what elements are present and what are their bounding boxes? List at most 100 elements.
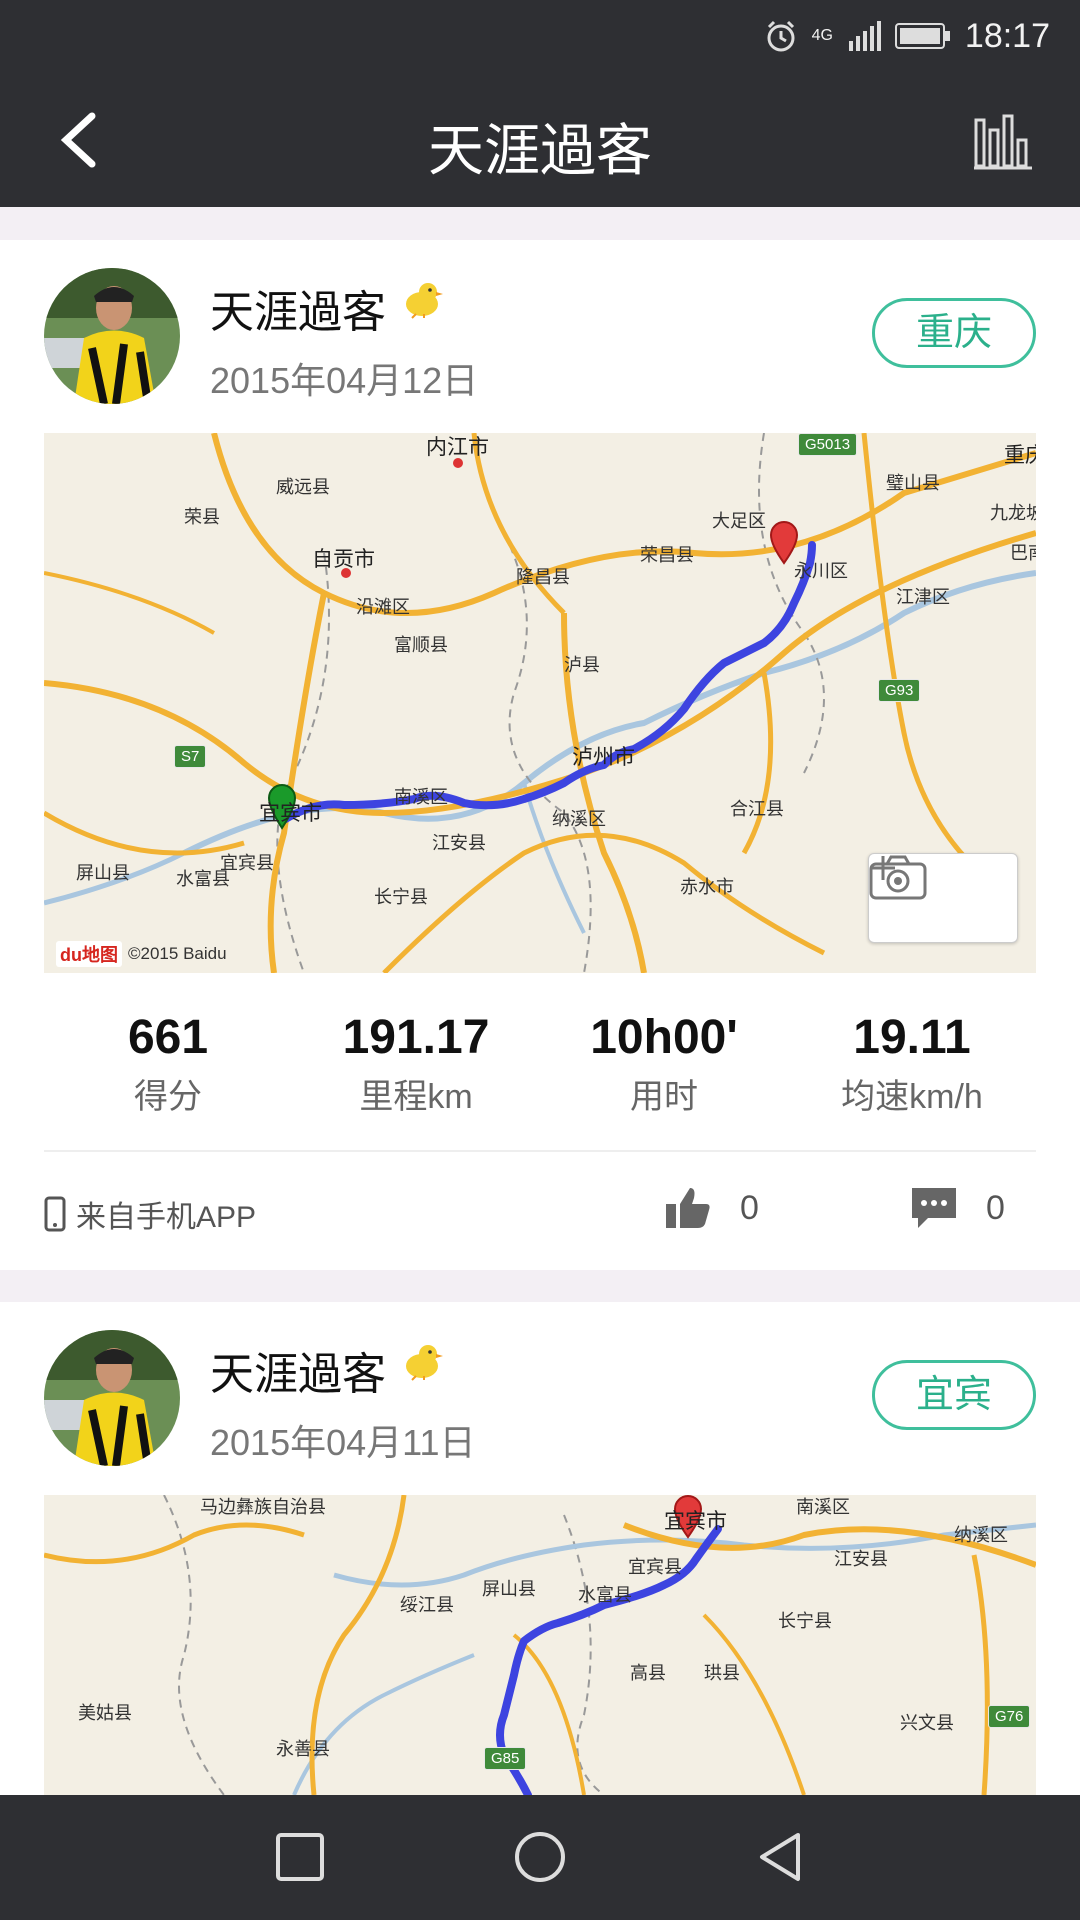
- map-label: 自贡市: [312, 548, 375, 571]
- road-shield: G5013: [798, 433, 858, 456]
- comment-button[interactable]: 0: [910, 1186, 1005, 1230]
- stat-label: 用时: [630, 1078, 698, 1116]
- stat-value: 10h00': [590, 1011, 738, 1064]
- like-button[interactable]: 0: [664, 1186, 759, 1230]
- ride-stats: 661 得分 191.17 里程km 10h00' 用时 19.11 均速km/…: [44, 1010, 1036, 1130]
- stat-speed: 19.11 均速km/h: [788, 1010, 1036, 1118]
- map-label: 纳溪区: [954, 1525, 1008, 1545]
- map-label: 南溪区: [394, 787, 448, 807]
- map-label: 宜宾县: [628, 1557, 682, 1577]
- map-label: 江安县: [432, 833, 486, 853]
- map-label: 永善县: [276, 1739, 330, 1759]
- city-tag[interactable]: 宜宾: [872, 1360, 1036, 1430]
- map-label: 江安县: [834, 1549, 888, 1569]
- baidu-logo: du地图: [56, 941, 122, 967]
- chick-badge-icon: [406, 283, 443, 319]
- map-label: 赤水市: [680, 877, 734, 897]
- avatar[interactable]: [44, 1330, 180, 1466]
- map-label: 大足区: [712, 511, 766, 531]
- map-label: 绥江县: [400, 1595, 454, 1615]
- map-label: 荣昌县: [640, 545, 694, 565]
- bar-chart-icon[interactable]: [970, 110, 1034, 170]
- avatar[interactable]: [44, 268, 180, 404]
- status-bar: 4G 18:17: [0, 0, 1080, 72]
- comment-icon: [912, 1188, 956, 1228]
- map-label: 屏山县: [76, 863, 130, 883]
- post-source: 来自手机APP: [44, 1192, 256, 1236]
- phone-icon: [44, 1196, 66, 1232]
- add-photo-button[interactable]: [868, 853, 1018, 943]
- map-label: 泸县: [564, 655, 600, 675]
- map-label: 富顺县: [394, 635, 448, 655]
- alarm-icon: [767, 20, 795, 52]
- map-label: 内江市: [426, 436, 489, 459]
- username[interactable]: 天涯過客: [210, 1338, 386, 1402]
- map-label: 隆昌县: [516, 567, 570, 587]
- map-label: 马边彝族自治县: [200, 1497, 326, 1517]
- map-label: 长宁县: [374, 887, 428, 907]
- map-label: 永川区: [794, 561, 848, 581]
- road-shield: G85: [484, 1747, 527, 1770]
- map-label: 南溪区: [796, 1497, 850, 1517]
- post-date: 2015年04月11日: [210, 1422, 476, 1463]
- source-text: 来自手机APP: [76, 1201, 257, 1234]
- route-map[interactable]: 马边彝族自治县 宜宾市 南溪区 纳溪区 江安县 宜宾县 屏山县 水富县 绥江县 …: [44, 1495, 1036, 1795]
- map-label: 重庆: [1004, 444, 1036, 467]
- map-label: 纳溪区: [552, 809, 606, 829]
- divider: [44, 1150, 1036, 1152]
- map-label: 江津区: [896, 587, 950, 607]
- map-label: 水富县: [578, 1585, 632, 1605]
- post-date: 2015年04月12日: [210, 360, 479, 401]
- page-title: 天涯過客: [428, 119, 652, 182]
- stat-label: 里程km: [359, 1078, 473, 1116]
- home-icon[interactable]: [512, 1829, 568, 1885]
- map-label: 长宁县: [778, 1611, 832, 1631]
- header-bar: 天涯過客: [0, 72, 1080, 207]
- map-label: 荣县: [184, 507, 220, 527]
- comment-count: 0: [986, 1188, 1005, 1227]
- map-label: 宜宾市: [259, 802, 322, 825]
- map-label: 宜宾市: [664, 1510, 727, 1533]
- stat-value: 19.11: [853, 1011, 971, 1064]
- system-nav-bar: [0, 1795, 1080, 1920]
- map-copyright: du地图 ©2015 Baidu: [56, 941, 227, 967]
- map-label: 沿滩区: [356, 597, 410, 617]
- map-label: 兴文县: [900, 1713, 954, 1733]
- stat-value: 191.17: [342, 1011, 490, 1064]
- battery-icon: [894, 23, 950, 49]
- stat-score: 661 得分: [44, 1010, 292, 1118]
- ride-card[interactable]: 天涯過客 2015年04月12日 重庆 内江市 威远县 荣县 自贡市 沿滩区 富…: [0, 240, 1080, 1270]
- map-label: 泸州市: [572, 746, 635, 769]
- stat-value: 661: [127, 1011, 209, 1064]
- username[interactable]: 天涯過客: [210, 276, 386, 340]
- recent-apps-icon[interactable]: [272, 1829, 328, 1885]
- stat-distance: 191.17 里程km: [292, 1010, 540, 1118]
- signal-icon: [848, 21, 881, 51]
- road-shield: S7: [174, 745, 207, 768]
- map-label: 巴南: [1010, 543, 1036, 563]
- map-label: 九龙坡: [990, 503, 1036, 523]
- plus-icon: [871, 856, 895, 880]
- route-map[interactable]: 内江市 威远县 荣县 自贡市 沿滩区 富顺县 隆昌县 荣昌县 大足区 璧山县 重…: [44, 433, 1036, 973]
- city-tag[interactable]: 重庆: [872, 298, 1036, 368]
- map-label: 高县: [630, 1663, 666, 1683]
- map-label: 珙县: [704, 1663, 740, 1683]
- status-time: 18:17: [964, 16, 1050, 55]
- stat-duration: 10h00' 用时: [540, 1010, 788, 1118]
- copyright-text: ©2015 Baidu: [128, 944, 227, 963]
- map-label: 璧山县: [886, 473, 940, 493]
- stat-label: 得分: [134, 1078, 202, 1116]
- stat-label: 均速km/h: [841, 1078, 983, 1116]
- map-label: 屏山县: [482, 1579, 536, 1599]
- chick-badge-icon: [406, 1345, 443, 1381]
- status-icons: 4G 18:17: [764, 14, 1050, 58]
- back-triangle-icon[interactable]: [752, 1829, 808, 1885]
- map-label: 威远县: [276, 477, 330, 497]
- road-shield: G93: [878, 679, 921, 702]
- map-label: 美姑县: [78, 1703, 132, 1723]
- card-footer: 来自手机APP 0 0: [44, 1180, 1036, 1250]
- thumbs-up-icon: [666, 1188, 710, 1228]
- road-shield: G76: [988, 1705, 1031, 1728]
- map-label: 合江县: [730, 799, 784, 819]
- network-type: 4G: [811, 27, 833, 44]
